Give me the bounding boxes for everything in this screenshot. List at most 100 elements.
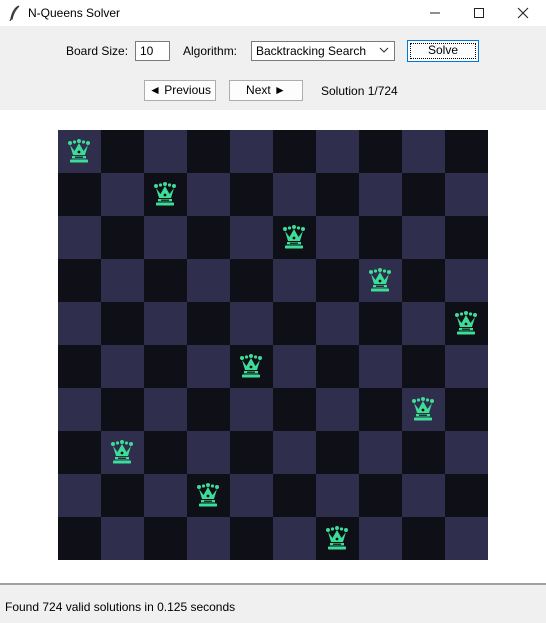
board-square (445, 130, 488, 173)
board-square (187, 130, 230, 173)
board-square (230, 216, 273, 259)
board-square (445, 474, 488, 517)
board-square (58, 216, 101, 259)
board-square (402, 431, 445, 474)
board-square (445, 345, 488, 388)
board-square (273, 388, 316, 431)
board-square (187, 173, 230, 216)
title-bar: N-Queens Solver (0, 0, 546, 26)
board-square (144, 302, 187, 345)
board-size-label: Board Size: (66, 44, 129, 58)
board-square (316, 431, 359, 474)
board-square (187, 302, 230, 345)
previous-button[interactable]: ◄ Previous (144, 80, 216, 101)
board-square (144, 517, 187, 560)
board-square (101, 259, 144, 302)
board-square (359, 474, 402, 517)
algorithm-label: Algorithm: (183, 44, 238, 58)
board-square (230, 345, 273, 388)
close-icon (517, 7, 529, 19)
board-square (144, 388, 187, 431)
board-square (445, 173, 488, 216)
board-square (402, 517, 445, 560)
status-message: Found 724 valid solutions in 0.125 secon… (5, 600, 236, 614)
control-panel: Board Size: 10 Algorithm: Backtracking S… (0, 26, 546, 110)
board-square (402, 302, 445, 345)
algorithm-selected-value: Backtracking Search (256, 44, 367, 58)
board-square (359, 173, 402, 216)
board-square (445, 517, 488, 560)
board-square (402, 216, 445, 259)
board-square (101, 474, 144, 517)
board-square (359, 302, 402, 345)
crown-icon (454, 310, 478, 336)
solution-counter: Solution 1/724 (321, 84, 398, 98)
board-square (402, 388, 445, 431)
board-square (273, 474, 316, 517)
crown-icon (153, 181, 177, 207)
board-square (273, 431, 316, 474)
board-square (144, 216, 187, 259)
board-square (230, 388, 273, 431)
board-square (273, 130, 316, 173)
board-square (359, 431, 402, 474)
board-square (230, 431, 273, 474)
chevron-down-icon (379, 47, 389, 53)
board-square (359, 517, 402, 560)
board-square (230, 302, 273, 345)
board-square (101, 345, 144, 388)
board-square (359, 388, 402, 431)
feather-icon (9, 5, 20, 21)
crown-icon (282, 224, 306, 250)
close-button[interactable] (500, 0, 546, 26)
board-square (101, 216, 144, 259)
board-square (359, 259, 402, 302)
crown-icon (239, 353, 263, 379)
board-square (445, 302, 488, 345)
minimize-button[interactable] (412, 0, 458, 26)
crown-icon (411, 396, 435, 422)
board-square (144, 345, 187, 388)
board-square (316, 388, 359, 431)
board-square (58, 259, 101, 302)
window-title: N-Queens Solver (28, 6, 121, 20)
maximize-button[interactable] (456, 0, 502, 26)
board-square (101, 173, 144, 216)
algorithm-select[interactable]: Backtracking Search (251, 41, 395, 61)
board-square (230, 517, 273, 560)
board-square (316, 130, 359, 173)
board-square (58, 130, 101, 173)
board-square (230, 130, 273, 173)
board-size-input[interactable]: 10 (135, 41, 170, 61)
board-square (58, 345, 101, 388)
board-square (445, 388, 488, 431)
board-square (187, 431, 230, 474)
crown-icon (110, 439, 134, 465)
board-square (101, 302, 144, 345)
board-square (273, 517, 316, 560)
board-square (58, 517, 101, 560)
board-square (101, 388, 144, 431)
board-square (144, 474, 187, 517)
board-square (273, 259, 316, 302)
next-button[interactable]: Next ► (229, 80, 303, 101)
board-square (316, 173, 359, 216)
board-square (187, 345, 230, 388)
status-bar: Found 724 valid solutions in 0.125 secon… (0, 585, 546, 623)
board-square (58, 173, 101, 216)
crown-icon (196, 482, 220, 508)
solve-button[interactable]: Solve (407, 40, 479, 62)
board-square (316, 517, 359, 560)
chess-board (58, 130, 488, 560)
board-square (101, 517, 144, 560)
board-square (144, 130, 187, 173)
board-square (144, 431, 187, 474)
board-square (58, 431, 101, 474)
board-square (445, 431, 488, 474)
crown-icon (325, 525, 349, 551)
board-square (359, 345, 402, 388)
board-square (316, 302, 359, 345)
board-square (144, 259, 187, 302)
maximize-icon (474, 8, 484, 18)
board-square (445, 216, 488, 259)
